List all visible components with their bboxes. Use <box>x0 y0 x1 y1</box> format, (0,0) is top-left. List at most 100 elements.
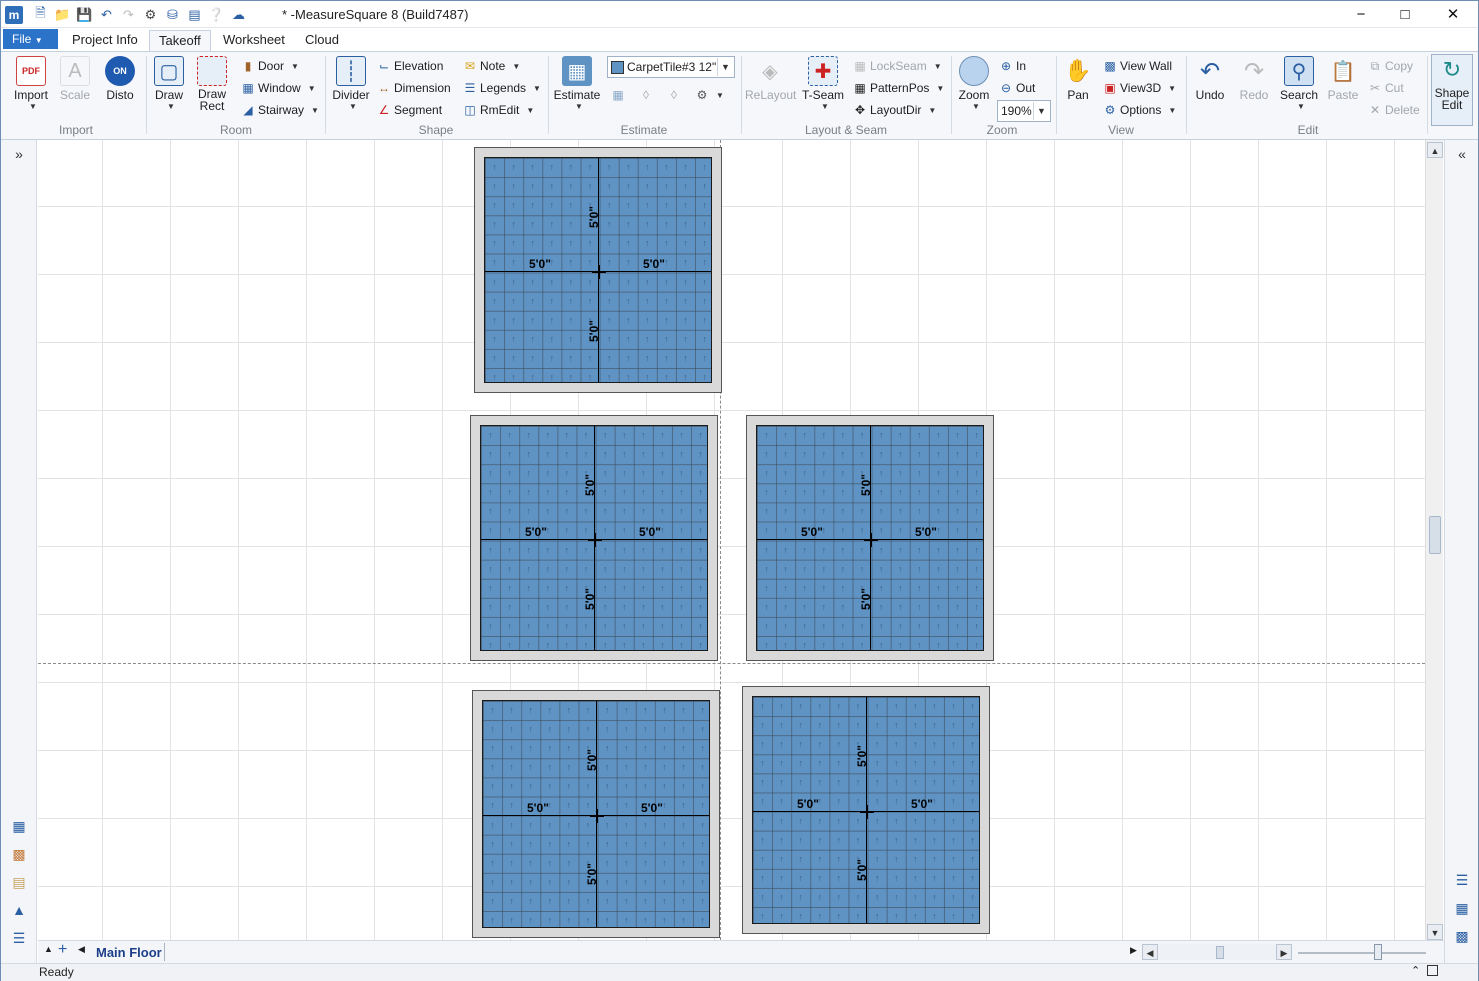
undo-icon[interactable]: ↶ <box>97 6 116 25</box>
note-label: Note <box>480 59 506 73</box>
horizontal-scroll-thumb[interactable] <box>1216 946 1224 959</box>
tab-cloud[interactable]: Cloud <box>296 30 348 52</box>
app-logo[interactable]: m <box>5 6 23 24</box>
lockseam-button[interactable]: ▦ LockSeam ▼ <box>853 56 941 76</box>
search-button[interactable]: ⚲ Search ▼ <box>1277 56 1321 111</box>
zoom-level-select[interactable]: 190% ▼ <box>997 100 1051 122</box>
help-icon[interactable]: ❔ <box>207 6 226 25</box>
elevation-button[interactable]: ⌙ Elevation <box>377 56 443 76</box>
cut-button[interactable]: ✂ Cut <box>1368 78 1404 98</box>
paste-button[interactable]: 📋 Paste <box>1325 56 1361 103</box>
vertical-scrollbar[interactable]: ▲ ▼ <box>1425 140 1443 940</box>
carpet-tile-floor[interactable]: ↑ ↑ ↑ ↑ ↑ ↑ ↑ ↑ ↑ ↑ ↑ ↑ ↑ ↑ ↑ ↑ ↑ ↑ ↑ ↑ ↑ ↑ ↑ ↑ ↑ ↑ ↑ ↑ ↑ ↑ ↑ ↑ ↑ ↑ ↑ ↑ ↑ ↑ ↑ ↑… <box>480 425 708 651</box>
redo-button[interactable]: ↷ Redo <box>1235 56 1273 103</box>
draw-button[interactable]: ▢ Draw ▼ <box>151 56 187 111</box>
layout-icon[interactable]: ▤ <box>185 6 204 25</box>
layers-icon[interactable]: ☰ <box>6 926 32 950</box>
draw-rect-button[interactable]: Draw Rect <box>193 56 231 112</box>
open-folder-icon[interactable]: 📁 <box>53 6 72 25</box>
wood-pattern-icon[interactable]: ▤ <box>6 870 32 894</box>
options-button[interactable]: ⚙ Options ▼ <box>1103 100 1177 120</box>
shape-edit-button[interactable]: ↻ Shape Edit <box>1431 54 1473 126</box>
room-shape[interactable]: ↑ ↑ ↑ ↑ ↑ ↑ ↑ ↑ ↑ ↑ ↑ ↑ ↑ ↑ ↑ ↑ ↑ ↑ ↑ ↑ ↑ ↑ ↑ ↑ ↑ ↑ ↑ ↑ ↑ ↑ ↑ ↑ ↑ ↑ ↑ ↑ ↑ ↑ ↑ ↑… <box>742 686 990 934</box>
dimension-button[interactable]: ↔ Dimension <box>377 78 451 98</box>
expand-right-button[interactable]: « <box>1449 142 1475 166</box>
floor-tab-main[interactable]: Main Floor <box>96 945 162 960</box>
zoom-slider-thumb[interactable] <box>1374 944 1382 960</box>
carpet-tile-floor[interactable]: ↑ ↑ ↑ ↑ ↑ ↑ ↑ ↑ ↑ ↑ ↑ ↑ ↑ ↑ ↑ ↑ ↑ ↑ ↑ ↑ ↑ ↑ ↑ ↑ ↑ ↑ ↑ ↑ ↑ ↑ ↑ ↑ ↑ ↑ ↑ ↑ ↑ ↑ ↑ ↑… <box>752 696 980 924</box>
patternpos-button[interactable]: ▦ PatternPos ▼ <box>853 78 944 98</box>
tseam-button[interactable]: ✚ T-Seam ▼ <box>801 56 845 111</box>
door-button[interactable]: ▮ Door ▼ <box>241 56 299 76</box>
scroll-down-icon[interactable]: ▼ <box>1427 924 1443 940</box>
window-button[interactable]: ▦ Window ▼ <box>241 78 315 98</box>
disto-button[interactable]: ON Disto <box>101 56 139 102</box>
tile-pattern-icon[interactable]: ▩ <box>6 842 32 866</box>
room-shape[interactable]: ↑ ↑ ↑ ↑ ↑ ↑ ↑ ↑ ↑ ↑ ↑ ↑ ↑ ↑ ↑ ↑ ↑ ↑ ↑ ↑ ↑ ↑ ↑ ↑ ↑ ↑ ↑ ↑ ↑ ↑ ↑ ↑ ↑ ↑ ↑ ↑ ↑ ↑ ↑ ↑… <box>474 147 722 393</box>
segment-button[interactable]: ∠ Segment <box>377 100 442 120</box>
cloud-icon[interactable]: ☁ <box>229 6 248 25</box>
room-shape[interactable]: ↑ ↑ ↑ ↑ ↑ ↑ ↑ ↑ ↑ ↑ ↑ ↑ ↑ ↑ ↑ ↑ ↑ ↑ ↑ ↑ ↑ ↑ ↑ ↑ ↑ ↑ ↑ ↑ ↑ ↑ ↑ ↑ ↑ ↑ ↑ ↑ ↑ ↑ ↑ ↑… <box>472 690 720 938</box>
vertical-scroll-thumb[interactable] <box>1429 516 1441 554</box>
maximize-button[interactable]: □ <box>1385 5 1425 25</box>
relayout-button[interactable]: ◈ ReLayout <box>745 56 796 103</box>
add-floor-icon[interactable]: + <box>58 941 67 959</box>
view3d-button[interactable]: ▣ View3D ▼ <box>1103 78 1176 98</box>
tab-worksheet[interactable]: Worksheet <box>214 30 294 52</box>
list-view-icon[interactable]: ☰ <box>1449 868 1475 892</box>
legends-button[interactable]: ☰ Legends ▼ <box>463 78 541 98</box>
carpet-tile-floor[interactable]: ↑ ↑ ↑ ↑ ↑ ↑ ↑ ↑ ↑ ↑ ↑ ↑ ↑ ↑ ↑ ↑ ↑ ↑ ↑ ↑ ↑ ↑ ↑ ↑ ↑ ↑ ↑ ↑ ↑ ↑ ↑ ↑ ↑ ↑ ↑ ↑ ↑ ↑ ↑ ↑… <box>484 157 712 383</box>
zoom-slider-track[interactable] <box>1298 952 1426 954</box>
zoom-in-button[interactable]: ⊕ In <box>999 56 1026 76</box>
carpet-tile-floor[interactable]: ↑ ↑ ↑ ↑ ↑ ↑ ↑ ↑ ↑ ↑ ↑ ↑ ↑ ↑ ↑ ↑ ↑ ↑ ↑ ↑ ↑ ↑ ↑ ↑ ↑ ↑ ↑ ↑ ↑ ↑ ↑ ↑ ↑ ↑ ↑ ↑ ↑ ↑ ↑ ↑… <box>482 700 710 928</box>
report-icon[interactable]: ▩ <box>1449 924 1475 948</box>
collapse-up-icon[interactable]: ⌃ <box>1411 964 1420 977</box>
calculator-panel-icon[interactable]: ▦ <box>1449 896 1475 920</box>
view-wall-button[interactable]: ▩ View Wall <box>1103 56 1172 76</box>
carpet-tile-floor[interactable]: ↑ ↑ ↑ ↑ ↑ ↑ ↑ ↑ ↑ ↑ ↑ ↑ ↑ ↑ ↑ ↑ ↑ ↑ ↑ ↑ ↑ ↑ ↑ ↑ ↑ ↑ ↑ ↑ ↑ ↑ ↑ ↑ ↑ ↑ ↑ ↑ ↑ ↑ ↑ ↑… <box>756 425 984 651</box>
estimate-settings[interactable]: ⚙ ▼ <box>695 85 724 105</box>
zoom-button[interactable]: Zoom ▼ <box>955 56 993 111</box>
estimate-tool-1[interactable]: ▦ <box>611 85 625 105</box>
paint-bucket-icon[interactable]: ▲ <box>6 898 32 922</box>
room-shape[interactable]: ↑ ↑ ↑ ↑ ↑ ↑ ↑ ↑ ↑ ↑ ↑ ↑ ↑ ↑ ↑ ↑ ↑ ↑ ↑ ↑ ↑ ↑ ↑ ↑ ↑ ↑ ↑ ↑ ↑ ↑ ↑ ↑ ↑ ↑ ↑ ↑ ↑ ↑ ↑ ↑… <box>470 415 718 661</box>
zoom-out-button[interactable]: ⊖ Out <box>999 78 1035 98</box>
delete-button[interactable]: ✕ Delete <box>1368 100 1420 120</box>
product-select[interactable]: CarpetTile#3 12" ▼ <box>607 56 735 78</box>
undo-button[interactable]: ↶ Undo <box>1191 56 1229 103</box>
divider-button[interactable]: ┊ Divider ▼ <box>331 56 371 111</box>
save-icon[interactable]: 💾 <box>75 6 94 25</box>
floor-up-icon[interactable]: ▲ <box>44 944 53 954</box>
minimize-button[interactable]: − <box>1341 5 1381 25</box>
copy-button[interactable]: ⧉ Copy <box>1368 56 1413 76</box>
settings-gear-icon[interactable]: ⚙ <box>141 6 160 25</box>
file-menu-button[interactable]: File ▼ <box>3 29 58 49</box>
drawing-canvas[interactable]: ↑ ↑ ↑ ↑ ↑ ↑ ↑ ↑ ↑ ↑ ↑ ↑ ↑ ↑ ↑ ↑ ↑ ↑ ↑ ↑ ↑ ↑ ↑ ↑ ↑ ↑ ↑ ↑ ↑ ↑ ↑ ↑ ↑ ↑ ↑ ↑ ↑ ↑ ↑ ↑… <box>38 140 1425 940</box>
legends-icon: ☰ <box>464 81 476 95</box>
floor-prev-icon[interactable]: ◀ <box>78 944 85 955</box>
new-doc-icon[interactable]: 🗎 <box>31 5 50 25</box>
estimate-button[interactable]: ▦ Estimate ▼ <box>553 56 601 111</box>
scroll-up-icon[interactable]: ▲ <box>1427 142 1443 158</box>
estimate-tool-2[interactable]: ◊ <box>639 85 653 105</box>
redo-icon[interactable]: ↷ <box>119 6 138 25</box>
layoutdir-button[interactable]: ✥ LayoutDir ▼ <box>853 100 936 120</box>
rmedit-button[interactable]: ◫ RmEdit ▼ <box>463 100 534 120</box>
fullscreen-icon[interactable] <box>1427 965 1438 976</box>
stairway-button[interactable]: ◢ Stairway ▼ <box>241 100 319 120</box>
note-button[interactable]: ✉ Note ▼ <box>463 56 520 76</box>
pan-button[interactable]: ✋ Pan <box>1061 56 1095 102</box>
scale-button[interactable]: A Scale <box>57 56 93 102</box>
estimate-tool-3[interactable]: ◊ <box>667 85 681 105</box>
scroll-right-icon[interactable]: ▶ <box>1276 944 1292 960</box>
close-button[interactable]: ✕ <box>1433 5 1473 25</box>
floor-next-icon[interactable]: ▶ <box>1130 945 1137 956</box>
import-button[interactable]: PDF Import ▼ <box>9 56 53 111</box>
tab-project-info[interactable]: Project Info <box>63 30 147 52</box>
room-shape[interactable]: ↑ ↑ ↑ ↑ ↑ ↑ ↑ ↑ ↑ ↑ ↑ ↑ ↑ ↑ ↑ ↑ ↑ ↑ ↑ ↑ ↑ ↑ ↑ ↑ ↑ ↑ ↑ ↑ ↑ ↑ ↑ ↑ ↑ ↑ ↑ ↑ ↑ ↑ ↑ ↑… <box>746 415 994 661</box>
scroll-left-icon[interactable]: ◀ <box>1142 944 1158 960</box>
room-list-icon[interactable]: ▦ <box>6 814 32 838</box>
database-icon[interactable]: ⛁ <box>163 6 182 25</box>
expand-left-button[interactable]: » <box>6 142 32 166</box>
tab-takeoff[interactable]: Takeoff <box>149 30 211 52</box>
